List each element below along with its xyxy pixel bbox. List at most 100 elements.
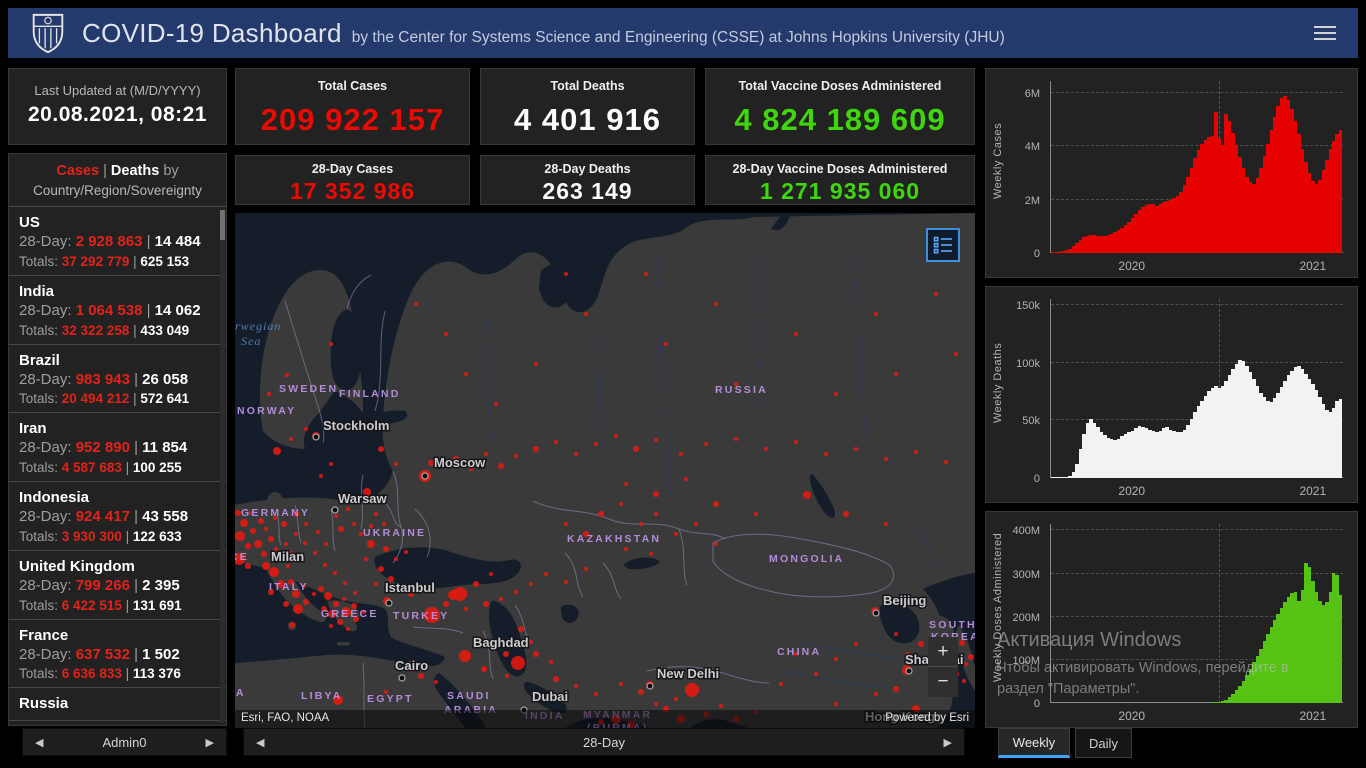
case-marker[interactable] bbox=[240, 519, 248, 527]
case-marker[interactable] bbox=[719, 704, 723, 708]
country-row[interactable]: France 28-Day: 637 532 | 1 502 Totals: 6 6… bbox=[9, 620, 226, 689]
zoom-out-button[interactable]: − bbox=[928, 667, 958, 697]
case-marker[interactable] bbox=[549, 660, 553, 664]
case-marker[interactable] bbox=[814, 672, 818, 676]
case-marker[interactable] bbox=[824, 452, 828, 456]
case-marker[interactable] bbox=[624, 482, 628, 486]
case-marker[interactable] bbox=[638, 689, 644, 695]
case-marker[interactable] bbox=[281, 521, 287, 527]
case-marker[interactable] bbox=[529, 582, 533, 586]
case-marker[interactable] bbox=[564, 272, 568, 276]
case-marker[interactable] bbox=[714, 302, 718, 306]
case-marker[interactable] bbox=[404, 550, 408, 554]
case-marker[interactable] bbox=[884, 522, 888, 526]
case-marker[interactable] bbox=[854, 642, 858, 646]
case-marker[interactable] bbox=[854, 447, 858, 451]
case-marker[interactable] bbox=[250, 528, 256, 534]
world-map[interactable]: NorwegianSea NORWAY SWEDENFINLAND RUSSIA GER… bbox=[235, 213, 975, 728]
case-marker[interactable] bbox=[874, 692, 878, 696]
case-marker[interactable] bbox=[286, 564, 290, 568]
case-marker[interactable] bbox=[564, 580, 568, 584]
case-marker[interactable] bbox=[619, 502, 623, 506]
case-marker[interactable] bbox=[284, 542, 288, 546]
country-row[interactable]: Brazil 28-Day: 983 943 | 26 058 Totals: 20… bbox=[9, 345, 226, 414]
case-marker[interactable] bbox=[324, 592, 332, 600]
case-marker[interactable] bbox=[533, 446, 539, 452]
case-marker[interactable] bbox=[319, 474, 323, 478]
case-marker[interactable] bbox=[594, 692, 598, 696]
case-marker[interactable] bbox=[803, 491, 811, 499]
case-marker[interactable] bbox=[318, 586, 324, 592]
case-marker[interactable] bbox=[664, 342, 668, 346]
case-marker[interactable] bbox=[367, 540, 375, 548]
prev-arrow-icon[interactable]: ◀ bbox=[35, 729, 43, 755]
case-marker[interactable] bbox=[304, 522, 308, 526]
case-marker[interactable] bbox=[794, 332, 798, 336]
case-marker[interactable] bbox=[264, 527, 268, 531]
case-marker[interactable] bbox=[303, 599, 309, 605]
hamburger-menu-icon[interactable] bbox=[1314, 26, 1336, 40]
case-marker[interactable] bbox=[267, 392, 271, 396]
case-marker[interactable] bbox=[834, 702, 838, 706]
prev-arrow-icon[interactable]: ◀ bbox=[256, 729, 264, 755]
case-marker[interactable] bbox=[834, 392, 838, 396]
case-marker[interactable] bbox=[333, 571, 337, 575]
case-marker[interactable] bbox=[303, 541, 307, 545]
case-marker[interactable] bbox=[584, 567, 588, 571]
case-marker[interactable] bbox=[874, 312, 878, 316]
case-marker[interactable] bbox=[434, 680, 438, 684]
case-marker[interactable] bbox=[514, 590, 518, 594]
case-marker[interactable] bbox=[614, 434, 618, 438]
case-marker[interactable] bbox=[444, 332, 448, 336]
case-marker[interactable] bbox=[342, 597, 346, 601]
case-marker[interactable] bbox=[473, 581, 479, 587]
country-row[interactable]: India 28-Day: 1 064 538 | 14 062 Totals: 3… bbox=[9, 276, 226, 345]
map-legend-button[interactable] bbox=[926, 228, 960, 262]
case-marker[interactable] bbox=[894, 632, 898, 636]
case-marker[interactable] bbox=[893, 686, 899, 692]
case-marker[interactable] bbox=[754, 512, 758, 516]
case-marker[interactable] bbox=[346, 627, 350, 631]
case-marker[interactable] bbox=[448, 590, 458, 600]
case-marker[interactable] bbox=[494, 402, 498, 406]
case-marker[interactable] bbox=[254, 540, 262, 548]
case-marker[interactable] bbox=[553, 676, 559, 682]
case-marker[interactable] bbox=[564, 522, 568, 526]
case-marker[interactable] bbox=[394, 557, 398, 561]
next-arrow-icon[interactable]: ▶ bbox=[206, 729, 214, 755]
scrollbar-track[interactable] bbox=[220, 210, 225, 723]
case-marker[interactable] bbox=[954, 352, 958, 356]
case-marker[interactable] bbox=[323, 563, 327, 567]
case-marker[interactable] bbox=[499, 597, 503, 601]
case-marker[interactable] bbox=[894, 372, 898, 376]
case-marker[interactable] bbox=[884, 457, 888, 461]
case-marker[interactable] bbox=[262, 562, 270, 570]
country-row[interactable]: Indonesia 28-Day: 924 417 | 43 558 Totals:… bbox=[9, 482, 226, 551]
case-marker[interactable] bbox=[914, 450, 918, 454]
case-marker[interactable] bbox=[734, 437, 738, 441]
zoom-in-button[interactable]: + bbox=[928, 637, 958, 667]
case-marker[interactable] bbox=[934, 292, 938, 296]
case-marker[interactable] bbox=[968, 654, 974, 660]
country-row[interactable]: Russia bbox=[9, 688, 226, 722]
case-marker[interactable] bbox=[794, 440, 798, 444]
case-marker[interactable] bbox=[268, 536, 274, 542]
case-marker[interactable] bbox=[273, 447, 281, 455]
case-marker[interactable] bbox=[679, 452, 683, 456]
case-marker[interactable] bbox=[294, 532, 298, 536]
country-row[interactable]: US 28-Day: 2 928 863 | 14 484 Totals: 37 2… bbox=[9, 207, 226, 276]
case-marker[interactable] bbox=[304, 427, 308, 431]
case-marker[interactable] bbox=[316, 530, 320, 534]
tab-weekly[interactable]: Weekly bbox=[998, 728, 1070, 758]
case-marker[interactable] bbox=[293, 604, 303, 614]
case-marker[interactable] bbox=[414, 302, 418, 306]
case-marker[interactable] bbox=[704, 442, 708, 446]
case-marker[interactable] bbox=[464, 372, 468, 376]
case-marker[interactable] bbox=[633, 446, 639, 452]
case-marker[interactable] bbox=[443, 601, 449, 607]
case-marker[interactable] bbox=[654, 702, 658, 706]
case-marker[interactable] bbox=[464, 607, 468, 611]
case-marker[interactable] bbox=[378, 566, 384, 572]
case-marker[interactable] bbox=[289, 622, 295, 628]
case-marker[interactable] bbox=[644, 272, 648, 276]
